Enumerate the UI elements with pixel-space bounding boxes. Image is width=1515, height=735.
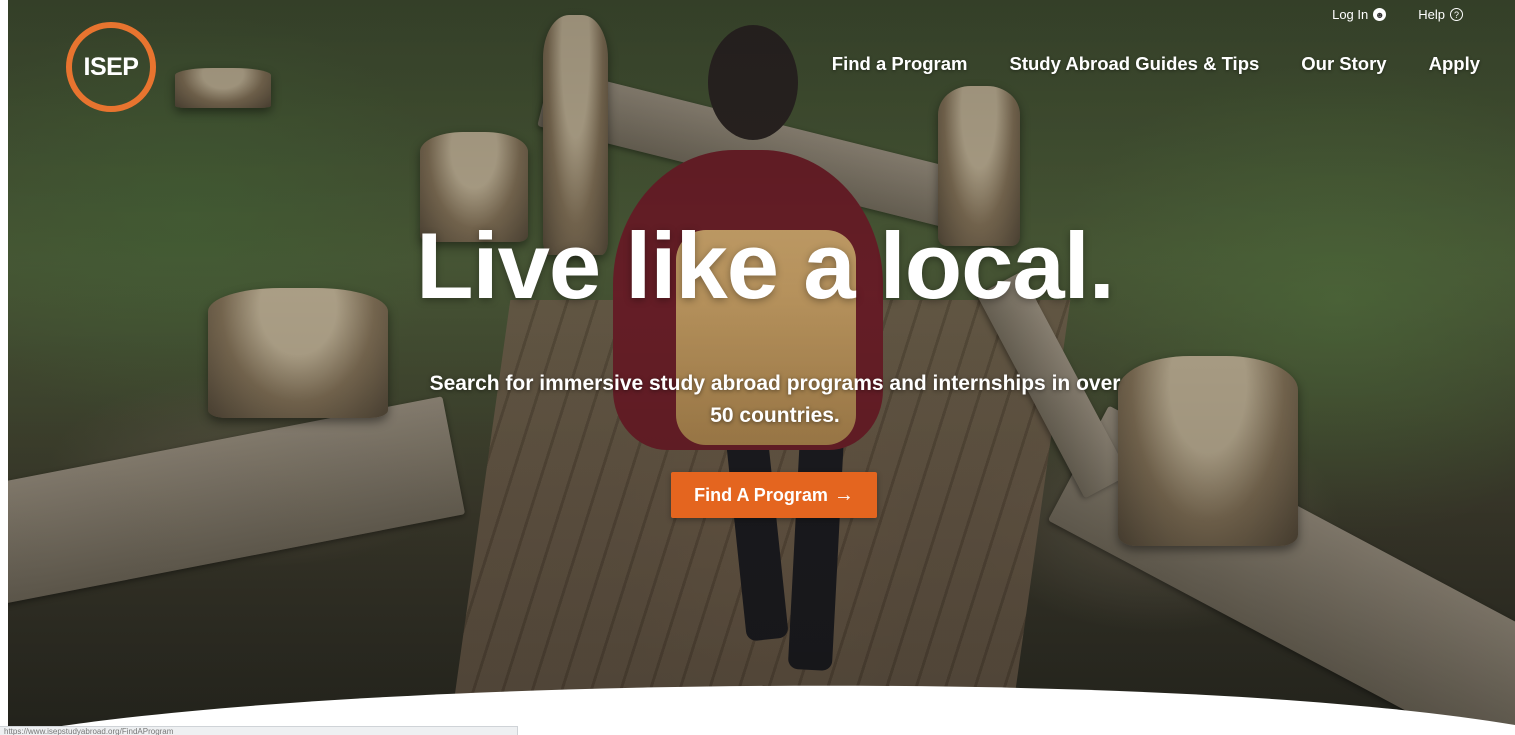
isep-logo[interactable]: ISEP: [66, 22, 156, 112]
utility-nav: Log In ☻ Help ?: [1332, 7, 1463, 22]
hero-headline: Live like a local.: [416, 213, 1115, 318]
help-link[interactable]: Help ?: [1418, 7, 1463, 22]
question-circle-icon: ?: [1450, 8, 1463, 21]
user-circle-icon: ☻: [1373, 8, 1387, 21]
help-label: Help: [1418, 7, 1445, 22]
nav-apply[interactable]: Apply: [1429, 53, 1480, 75]
hero-subtext: Search for immersive study abroad progra…: [429, 372, 1121, 427]
login-label: Log In: [1332, 7, 1369, 22]
nav-find-a-program[interactable]: Find a Program: [832, 53, 968, 75]
find-a-program-button[interactable]: Find A Program →: [671, 472, 877, 518]
nav-study-abroad-guides[interactable]: Study Abroad Guides & Tips: [1010, 53, 1260, 75]
nav-our-story[interactable]: Our Story: [1301, 53, 1386, 75]
main-nav: Find a Program Study Abroad Guides & Tip…: [832, 53, 1480, 75]
browser-status-bar: https://www.isepstudyabroad.org/FindAPro…: [0, 726, 518, 735]
cta-label: Find A Program: [694, 484, 828, 505]
arrow-right-icon: →: [833, 483, 854, 506]
login-link[interactable]: Log In ☻: [1332, 7, 1387, 22]
